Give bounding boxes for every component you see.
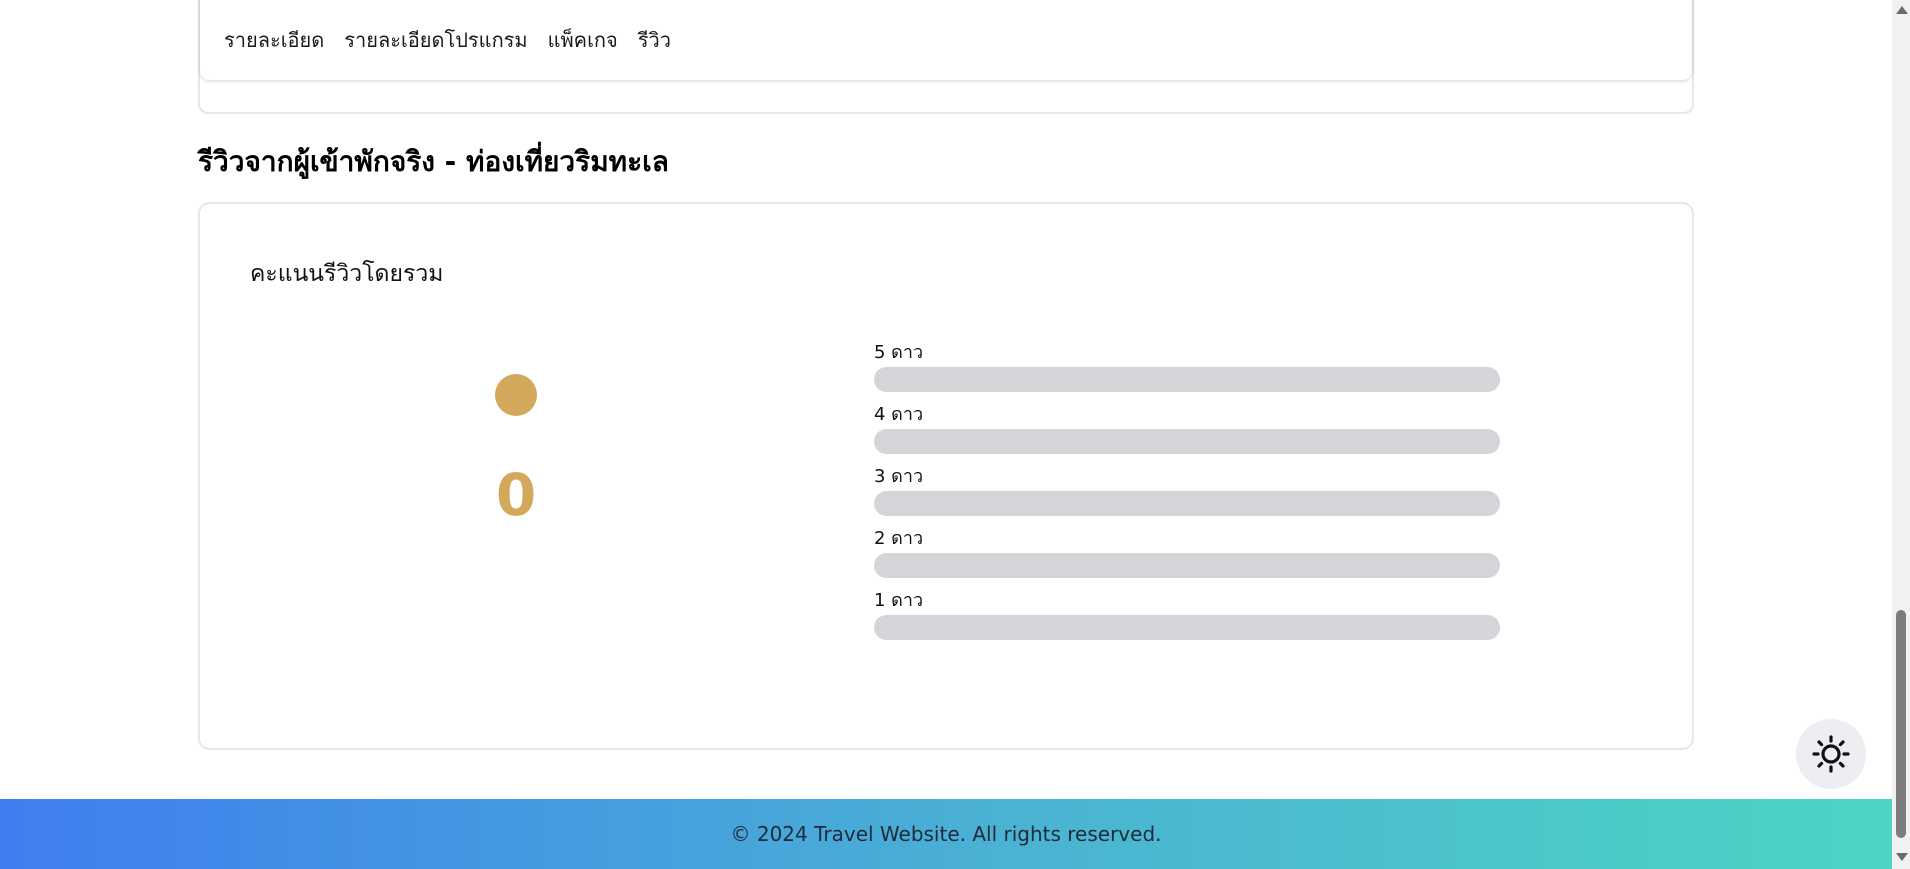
rating-label: 5 ดาว [874, 342, 924, 363]
rating-bar-track [874, 367, 1500, 392]
rating-bar-track [874, 615, 1500, 640]
rating-bar-track [874, 491, 1500, 516]
scroll-thumb[interactable] [1896, 610, 1906, 838]
rating-bar-track [874, 429, 1500, 454]
rating-label: 4 ดาว [874, 404, 924, 425]
tab-packages[interactable]: แพ็คเกจ [548, 24, 618, 56]
tab-details[interactable]: รายละเอียด [224, 24, 324, 56]
overall-rating-title: คะแนนรีวิวโดยรวม [250, 261, 444, 287]
sun-icon [1812, 735, 1850, 773]
tab-program-details[interactable]: รายละเอียดโปรแกรม [344, 24, 527, 56]
reviews-section-title: รีวิวจากผู้เข้าพักจริง - ท่องเที่ยวริมทะ… [198, 145, 669, 178]
rating-label: 1 ดาว [874, 590, 924, 611]
page-scrollbar[interactable] [1892, 0, 1910, 869]
overall-score: 0 [495, 461, 537, 529]
site-footer: © 2024 Travel Website. All rights reserv… [0, 799, 1892, 869]
scroll-down-arrow-icon[interactable] [1896, 853, 1908, 861]
rating-row-2: 2 ดาว [874, 528, 1500, 590]
rating-label: 3 ดาว [874, 466, 924, 487]
rating-bar-track [874, 553, 1500, 578]
tab-reviews[interactable]: รีวิว [638, 24, 671, 56]
rating-row-1: 1 ดาว [874, 590, 1500, 652]
theme-toggle-button[interactable] [1796, 719, 1866, 789]
rating-label: 2 ดาว [874, 528, 924, 549]
rating-row-4: 4 ดาว [874, 404, 1500, 466]
page: รายละเอียด รายละเอียดโปรแกรม แพ็คเกจ รีว… [0, 0, 1910, 869]
section-tab-bar: รายละเอียด รายละเอียดโปรแกรม แพ็คเกจ รีว… [200, 0, 1692, 80]
scroll-up-arrow-icon[interactable] [1896, 6, 1908, 14]
rating-row-3: 3 ดาว [874, 466, 1500, 528]
rating-star-icon [495, 374, 537, 416]
rating-breakdown: 5 ดาว 4 ดาว 3 ดาว 2 ดาว 1 ดาว [874, 342, 1500, 652]
review-summary-card: คะแนนรีวิวโดยรวม 0 5 ดาว 4 ดาว 3 ดาว 2 ด… [198, 202, 1694, 750]
footer-copyright: © 2024 Travel Website. All rights reserv… [730, 822, 1162, 846]
rating-row-5: 5 ดาว [874, 342, 1500, 404]
